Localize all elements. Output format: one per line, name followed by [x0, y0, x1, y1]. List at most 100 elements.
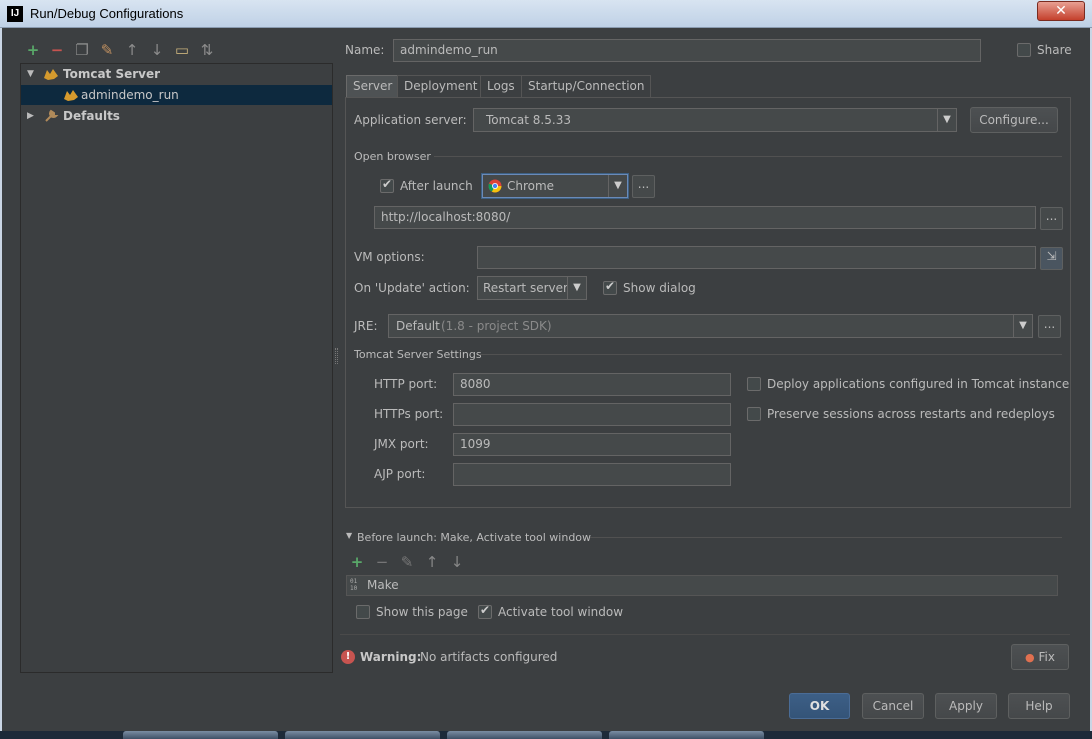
expand-arrow-icon[interactable]: ▼ [27, 64, 34, 84]
chevron-down-icon[interactable]: ▼ [608, 175, 627, 197]
separator [340, 634, 1070, 635]
taskbar-item[interactable] [285, 731, 440, 739]
taskbar-item[interactable] [123, 731, 278, 739]
browser-more-button[interactable]: ... [632, 175, 655, 198]
show-dialog-checkbox[interactable] [603, 279, 617, 295]
remove-icon[interactable]: − [374, 554, 390, 570]
fix-button[interactable]: ● Fix [1011, 644, 1069, 670]
window-title: Run/Debug Configurations [30, 6, 184, 21]
tree-item-defaults[interactable]: ▶ Defaults [21, 106, 332, 126]
browser-value: Chrome [507, 179, 555, 193]
preserve-sessions-checkbox[interactable] [747, 407, 761, 421]
share-label: Share [1037, 43, 1072, 57]
apply-button[interactable]: Apply [935, 693, 997, 719]
jmx-port-input[interactable]: 1099 [453, 433, 731, 456]
show-dialog-label: Show dialog [623, 281, 696, 295]
jre-hint: (1.8 - project SDK) [441, 319, 552, 333]
add-icon[interactable]: + [25, 42, 41, 58]
configuration-tree[interactable]: ▼ Tomcat Server admindemo_run ▶ Defaults [20, 63, 333, 673]
separator [434, 156, 1062, 157]
move-down-icon[interactable]: ↓ [149, 42, 165, 58]
tomcat-icon [64, 90, 78, 101]
separator [479, 354, 1062, 355]
jre-more-button[interactable]: ... [1038, 315, 1061, 338]
sort-icon[interactable]: ⇅ [199, 42, 215, 58]
copy-icon[interactable]: ❐ [74, 42, 90, 58]
tree-item-tomcat-server[interactable]: ▼ Tomcat Server [21, 64, 332, 84]
move-down-icon[interactable]: ↓ [449, 554, 465, 570]
taskbar-item[interactable] [447, 731, 602, 739]
move-up-icon[interactable]: ↑ [424, 554, 440, 570]
window-title-bar: IJ Run/Debug Configurations ✕ [0, 0, 1092, 28]
after-launch-checkbox[interactable] [380, 177, 394, 193]
tomcat-settings-label: Tomcat Server Settings [354, 348, 482, 361]
open-browser-label: Open browser [354, 150, 431, 163]
http-port-label: HTTP port: [374, 377, 438, 391]
ajp-port-input[interactable] [453, 463, 731, 486]
deploy-apps-label: Deploy applications configured in Tomcat… [767, 377, 1070, 391]
browser-select[interactable]: Chrome ▼ [482, 174, 628, 198]
ok-button[interactable]: OK [789, 693, 850, 719]
url-more-button[interactable]: ... [1040, 207, 1063, 230]
chevron-down-icon[interactable]: ▼ [1013, 315, 1032, 337]
on-update-value: Restart server [483, 281, 568, 295]
expand-arrow-icon[interactable]: ▶ [27, 106, 34, 126]
chevron-down-icon[interactable]: ▼ [937, 109, 956, 131]
jmx-port-label: JMX port: [374, 437, 429, 451]
chevron-down-icon[interactable]: ▼ [567, 277, 586, 299]
move-up-icon[interactable]: ↑ [124, 42, 140, 58]
application-server-label: Application server: [354, 113, 467, 127]
expand-icon[interactable]: ⇲ [1040, 247, 1063, 270]
tree-item-label: admindemo_run [81, 88, 179, 102]
on-update-select[interactable]: Restart server ▼ [477, 276, 587, 300]
vm-options-label: VM options: [354, 250, 425, 264]
warning-title: Warning: [360, 650, 422, 664]
collapse-arrow-icon[interactable]: ▼ [346, 531, 352, 540]
deploy-apps-checkbox[interactable] [747, 377, 761, 391]
folder-icon[interactable]: ▭ [174, 42, 190, 58]
chrome-icon [488, 179, 502, 193]
intellij-icon: IJ [7, 6, 23, 22]
show-this-page-checkbox[interactable] [356, 605, 370, 619]
tab-deployment[interactable]: Deployment [397, 75, 485, 98]
jre-label: JRE: [354, 319, 378, 333]
list-item[interactable]: Make [367, 578, 399, 592]
application-server-select[interactable]: Tomcat 8.5.33 ▼ [473, 108, 957, 132]
tree-item-label: Defaults [63, 109, 120, 123]
tomcat-icon [44, 69, 58, 80]
on-update-label: On 'Update' action: [354, 281, 470, 295]
tab-startup-connection[interactable]: Startup/Connection [521, 75, 652, 98]
edit-icon[interactable]: ✎ [399, 554, 415, 570]
cancel-button[interactable]: Cancel [862, 693, 924, 719]
url-input[interactable]: http://localhost:8080/ [374, 206, 1036, 229]
tab-logs[interactable]: Logs [480, 75, 522, 98]
close-window-button[interactable]: ✕ [1037, 1, 1085, 21]
bulb-icon: ● [1025, 651, 1035, 664]
http-port-input[interactable]: 8080 [453, 373, 731, 396]
preserve-sessions-label: Preserve sessions across restarts and re… [767, 407, 1055, 421]
share-checkbox[interactable] [1017, 43, 1031, 57]
name-input[interactable]: admindemo_run [393, 39, 981, 62]
before-launch-header[interactable]: Before launch: Make, Activate tool windo… [357, 531, 591, 544]
https-port-input[interactable] [453, 403, 731, 426]
tab-server[interactable]: Server [346, 75, 400, 98]
configure-button[interactable]: Configure... [970, 107, 1058, 133]
help-button[interactable]: Help [1008, 693, 1070, 719]
add-icon[interactable]: + [349, 554, 365, 570]
remove-icon[interactable]: − [49, 42, 65, 58]
wrench-icon [45, 109, 59, 122]
separator [590, 537, 1062, 538]
vm-options-input[interactable] [477, 246, 1036, 269]
activate-tool-window-checkbox[interactable] [478, 603, 492, 619]
name-label: Name: [345, 43, 385, 57]
splitter-handle[interactable] [335, 348, 338, 364]
wrench-icon[interactable]: ✎ [99, 42, 115, 58]
taskbar-item[interactable] [609, 731, 764, 739]
show-this-page-label: Show this page [376, 605, 468, 619]
before-launch-list[interactable]: 01 10 Make [346, 575, 1058, 596]
tree-item-admindemo-run[interactable]: admindemo_run [21, 85, 332, 105]
https-port-label: HTTPs port: [374, 407, 444, 421]
jre-select[interactable]: Default (1.8 - project SDK) ▼ [388, 314, 1033, 338]
after-launch-label: After launch [400, 179, 473, 193]
tree-item-label: Tomcat Server [63, 67, 161, 81]
